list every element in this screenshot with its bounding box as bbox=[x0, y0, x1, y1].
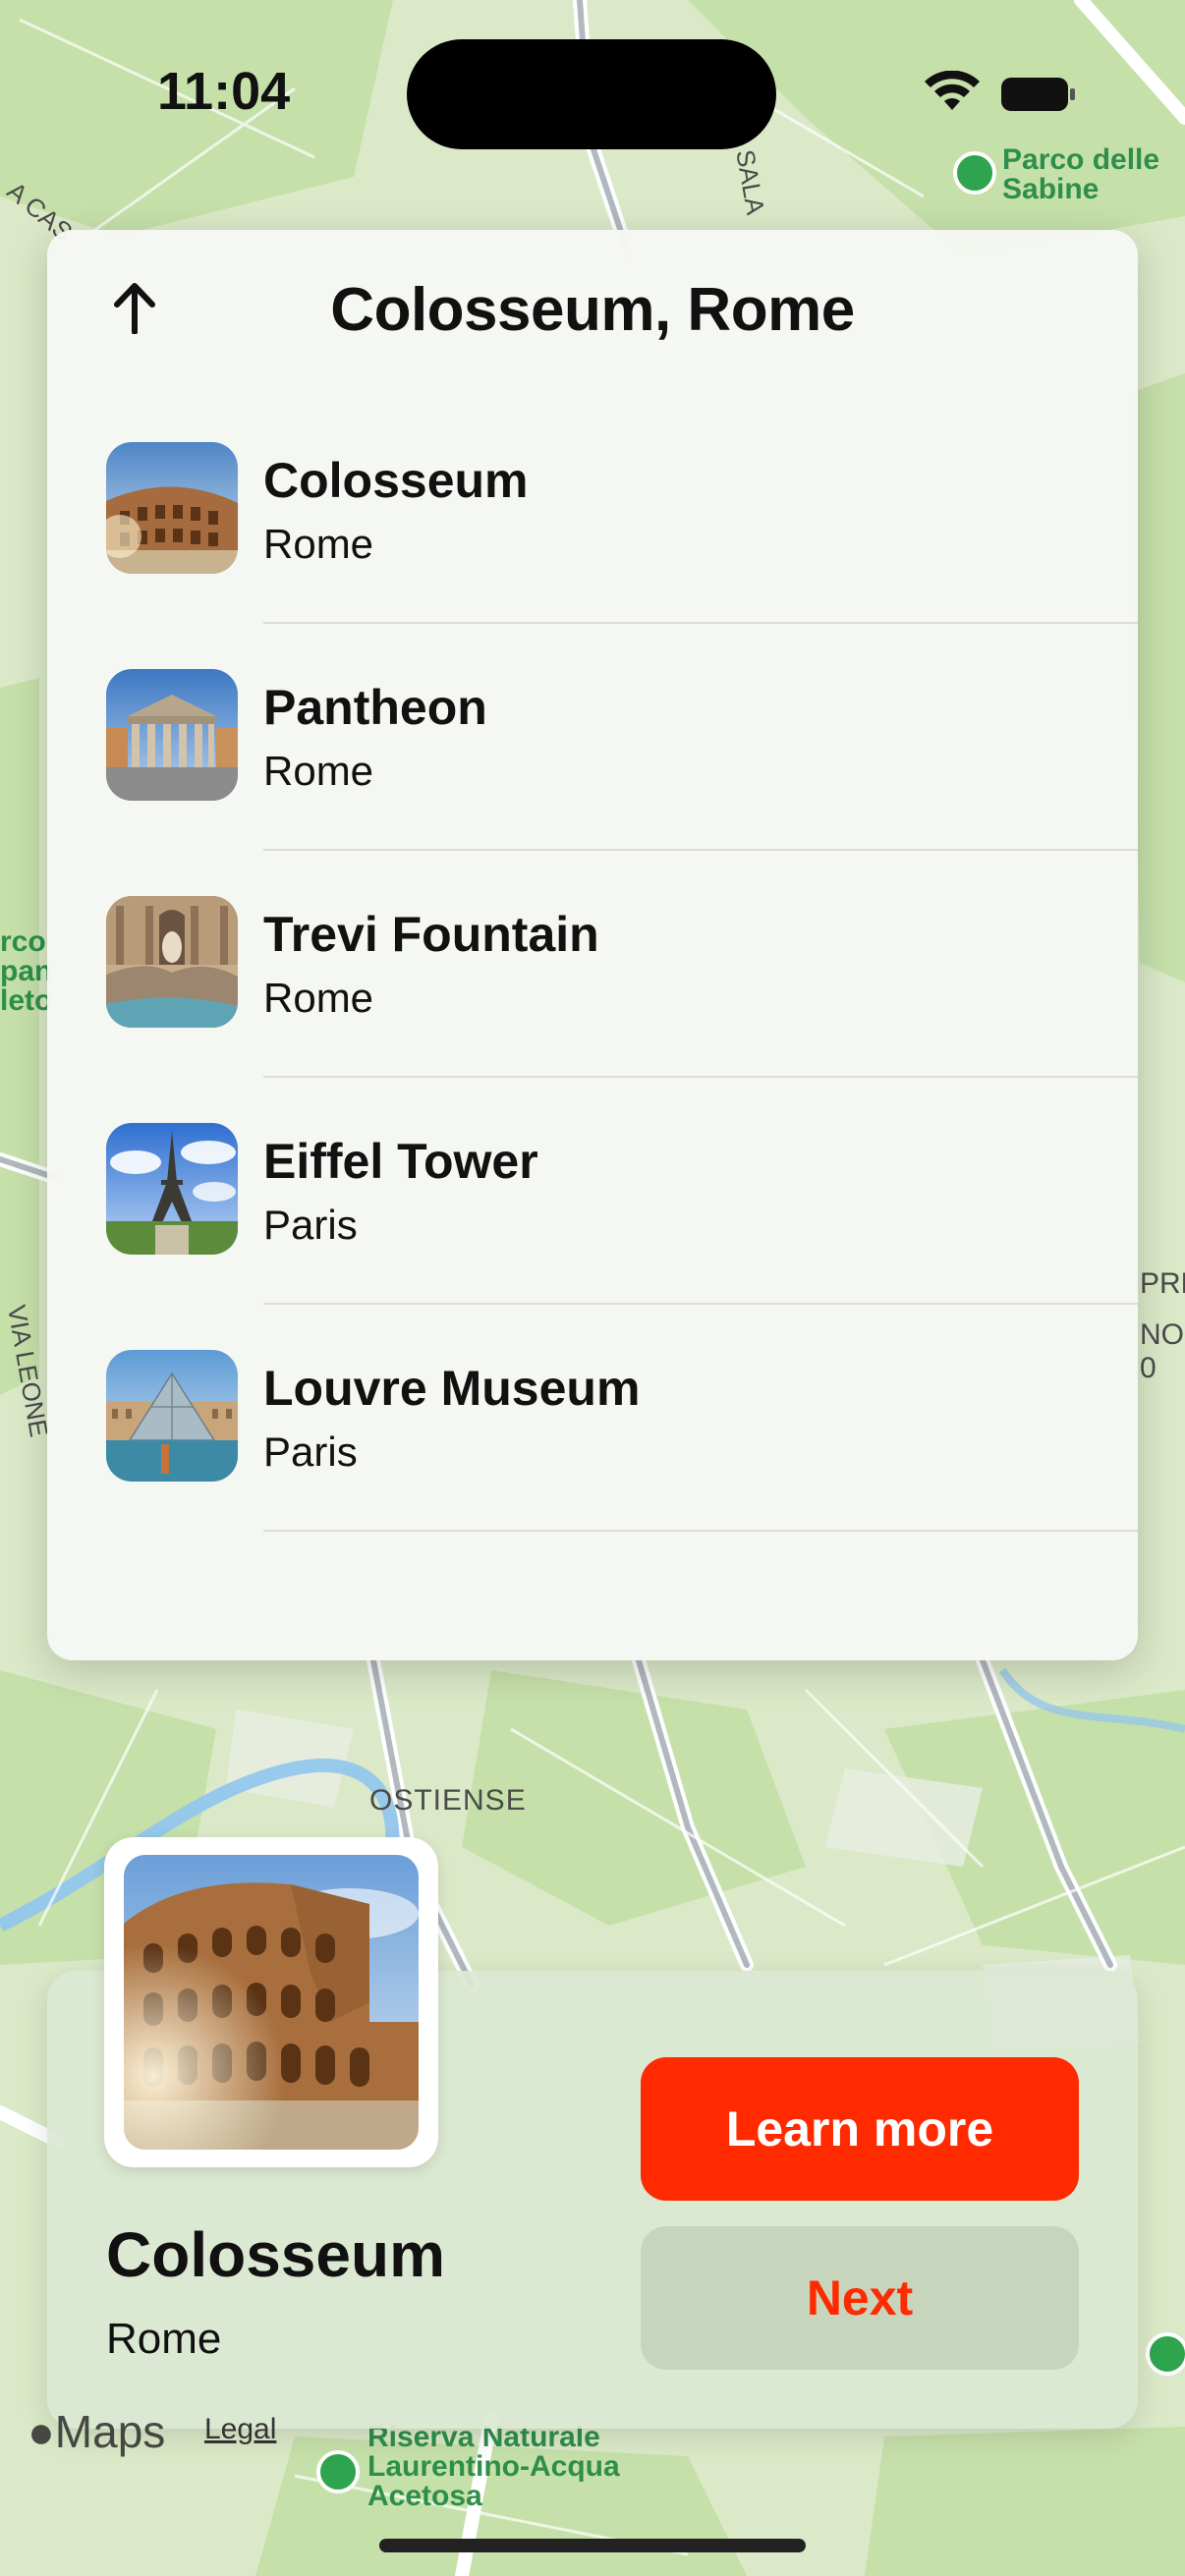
next-button[interactable]: Next bbox=[641, 2226, 1079, 2370]
list-item-title: Pantheon bbox=[263, 680, 487, 735]
tree-icon bbox=[316, 2450, 360, 2493]
search-results-panel: Colosseum, Rome Colosseum Rome Pantheon … bbox=[47, 230, 1138, 1660]
list-item-colosseum[interactable]: Colosseum Rome bbox=[47, 442, 1138, 669]
place-subtitle: Rome bbox=[106, 2315, 222, 2363]
status-time: 11:04 bbox=[157, 62, 291, 121]
list-item-subtitle: Paris bbox=[263, 1428, 358, 1475]
map-label-left-edge-line-1: rco bbox=[0, 925, 46, 958]
map-label-right-edge-line-2: NO- bbox=[1140, 1318, 1185, 1351]
trevi-fountain-thumbnail bbox=[106, 896, 238, 1028]
list-item-trevi-fountain[interactable]: Trevi Fountain Rome bbox=[47, 896, 1138, 1123]
list-item-subtitle: Rome bbox=[263, 521, 374, 567]
apple-logo-icon: ● bbox=[28, 2406, 55, 2457]
list-item-pantheon[interactable]: Pantheon Rome bbox=[47, 669, 1138, 896]
louvre-museum-thumbnail bbox=[106, 1350, 238, 1482]
map-label-left-edge-line-3: leto bbox=[0, 984, 53, 1017]
tree-icon bbox=[953, 151, 996, 195]
map-label-park-top-line-1: Parco delle bbox=[1002, 143, 1160, 176]
list-item-subtitle: Rome bbox=[263, 975, 374, 1021]
map-label-left-edge-line-2: pan bbox=[0, 955, 53, 987]
list-item-title: Louvre Museum bbox=[263, 1361, 641, 1416]
map-label-left-edge: rco pan leto bbox=[0, 927, 52, 1016]
map-label-park-bottom-line-3: Acetosa bbox=[367, 2480, 482, 2512]
list-item-subtitle: Rome bbox=[263, 748, 374, 794]
map-label-ostiense: OSTIENSE bbox=[369, 1784, 527, 1817]
dynamic-island bbox=[407, 39, 776, 149]
list-item-title: Trevi Fountain bbox=[263, 907, 599, 962]
place-photo bbox=[124, 1855, 419, 2150]
home-indicator[interactable] bbox=[379, 2539, 806, 2552]
legal-link[interactable]: Legal bbox=[204, 2413, 276, 2446]
maps-logo: ●Maps bbox=[28, 2405, 165, 2458]
map-label-park-top-line-2: Sabine bbox=[1002, 173, 1100, 205]
divider bbox=[263, 1303, 1138, 1305]
divider bbox=[263, 1076, 1138, 1078]
place-title: Colosseum bbox=[106, 2219, 445, 2290]
divider bbox=[263, 1530, 1138, 1532]
wifi-icon bbox=[925, 71, 980, 110]
eiffel-tower-thumbnail bbox=[106, 1123, 238, 1255]
map-label-right-edge-line-1: PRE bbox=[1140, 1267, 1185, 1300]
tree-icon bbox=[1146, 2332, 1185, 2376]
panel-title: Colosseum, Rome bbox=[330, 276, 855, 344]
maps-logo-text: Maps bbox=[54, 2406, 166, 2457]
map-label-park-top: Parco delle Sabine bbox=[1002, 145, 1159, 204]
learn-more-button[interactable]: Learn more bbox=[641, 2057, 1079, 2201]
divider bbox=[263, 849, 1138, 851]
map-label-park-bottom: Riserva Naturale Laurentino-Acqua Acetos… bbox=[367, 2423, 620, 2511]
colosseum-thumbnail bbox=[106, 442, 238, 574]
list-item-subtitle: Paris bbox=[263, 1202, 358, 1248]
list-item-title: Colosseum bbox=[263, 453, 529, 508]
list-item-louvre-museum[interactable]: Louvre Museum Paris bbox=[47, 1350, 1138, 1577]
map-label-park-bottom-line-2: Laurentino-Acqua bbox=[367, 2450, 620, 2483]
list-item-eiffel-tower[interactable]: Eiffel Tower Paris bbox=[47, 1123, 1138, 1350]
list-item-title: Eiffel Tower bbox=[263, 1134, 538, 1189]
map-label-right-edge: PRE NO- 0 bbox=[1140, 1267, 1185, 1385]
map-label-right-edge-line-3: 0 bbox=[1140, 1352, 1157, 1384]
divider bbox=[263, 622, 1138, 624]
pantheon-thumbnail bbox=[106, 669, 238, 801]
battery-icon bbox=[1001, 78, 1075, 111]
landmark-list: Colosseum Rome Pantheon Rome Trevi Fount… bbox=[47, 442, 1138, 1577]
